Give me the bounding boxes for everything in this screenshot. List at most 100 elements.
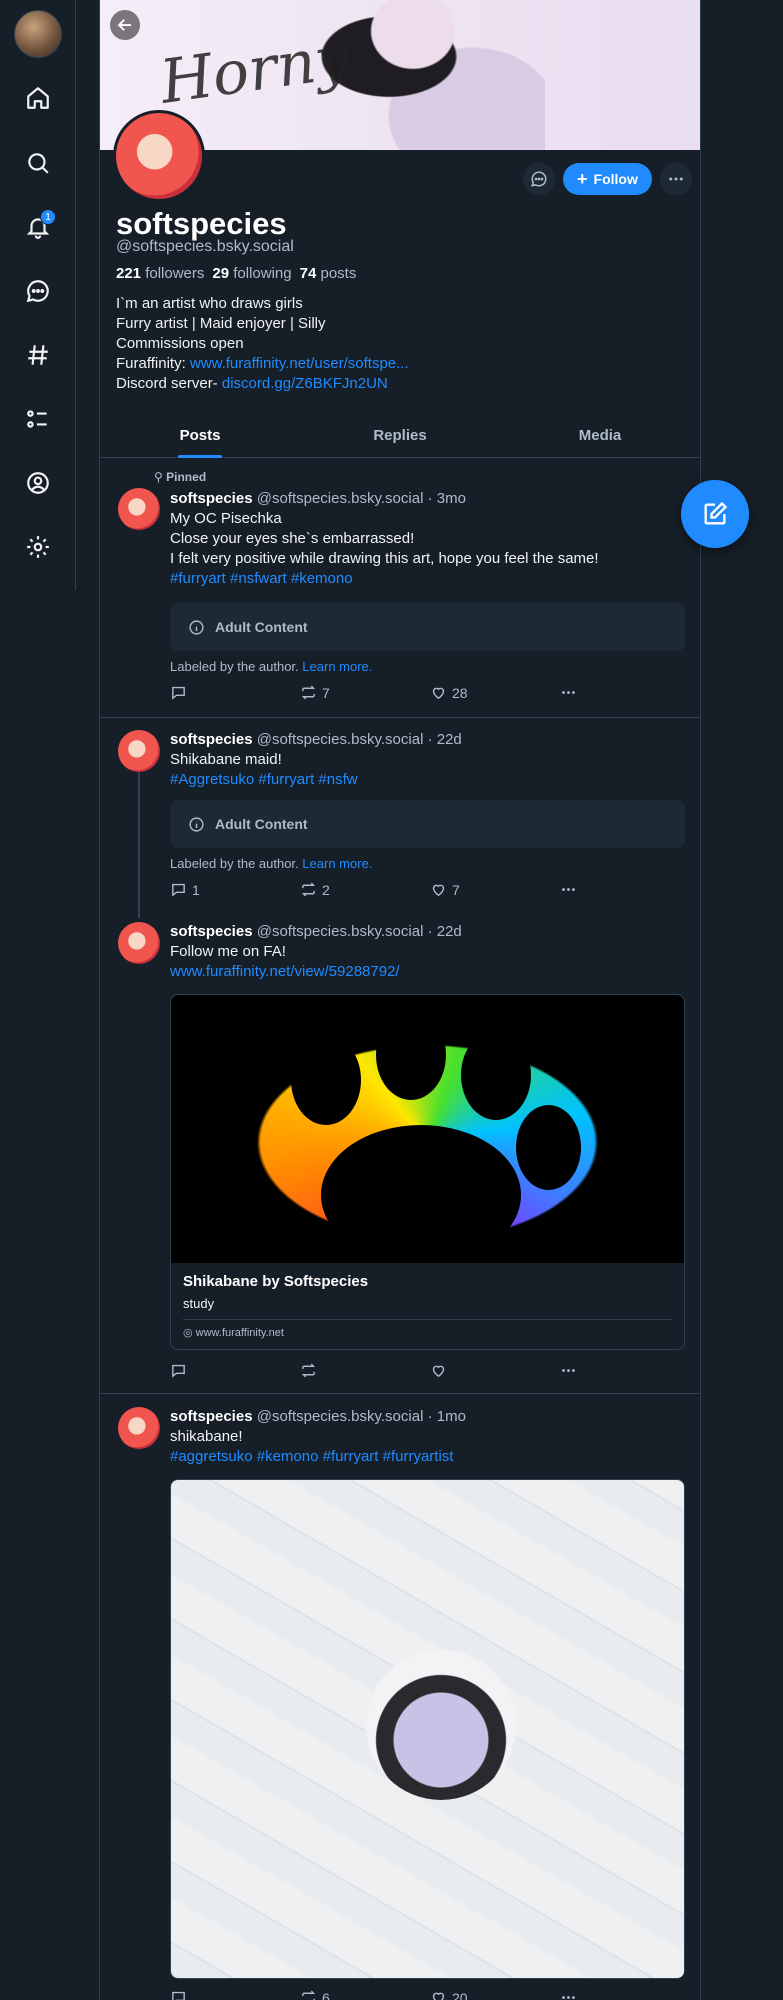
like-button[interactable]: 20 [430, 1989, 470, 2000]
hashtag-feeds-icon[interactable] [18, 335, 58, 375]
display-name: softspecies [116, 206, 287, 241]
post-more-button[interactable] [560, 1989, 600, 2000]
tab-media[interactable]: Media [500, 414, 700, 457]
post-shikabane[interactable]: softspecies @softspecies.bsky.social · 1… [99, 1394, 701, 2000]
reply-button[interactable]: 1 [170, 881, 210, 898]
like-button[interactable] [430, 1362, 470, 1379]
adult-content-warning[interactable]: Adult Content [170, 603, 685, 651]
repost-icon [302, 1990, 316, 2000]
like-button[interactable]: 7 [430, 881, 470, 898]
repost-button[interactable] [300, 1362, 340, 1379]
heart-icon [432, 1365, 445, 1378]
post-text: shikabane! [170, 1428, 243, 1445]
post-hashtags[interactable]: #Aggretsuko #furryart #nsfw [170, 770, 685, 790]
post-follow-fa[interactable]: softspecies @softspecies.bsky.social · 2… [99, 918, 701, 1394]
post-header: softspecies @softspecies.bsky.social · 3… [170, 490, 685, 507]
post-image[interactable] [170, 1479, 685, 1979]
tab-replies[interactable]: Replies [300, 414, 500, 457]
info-icon [189, 816, 204, 832]
post-link[interactable]: www.furaffinity.net/view/59288792/ [170, 962, 685, 982]
reply-icon [172, 686, 185, 700]
notifications-badge: 1 [40, 209, 56, 225]
followers-stat[interactable]: 221 followers [116, 265, 204, 282]
post-text: Follow me on FA! [170, 943, 286, 960]
link-card-description: study [183, 1296, 215, 1311]
link-preview-card[interactable]: Shikabane by Softspecies study ◎ www.fur… [170, 994, 685, 1350]
link-card-domain: ◎ www.furaffinity.net [183, 1319, 672, 1339]
learn-more-link[interactable]: Learn more. [302, 659, 372, 674]
post-time[interactable]: · 3mo [428, 490, 466, 507]
link-preview-image [171, 995, 684, 1263]
repost-button[interactable]: 2 [300, 881, 340, 898]
post-text: My OC Pisechka Close your eyes she`s emb… [170, 510, 599, 567]
profile-actions: + Follow [523, 163, 692, 195]
repost-button[interactable]: 7 [300, 684, 340, 701]
plus-icon: + [577, 169, 588, 189]
compose-post-button[interactable] [681, 480, 749, 548]
ellipsis-icon [669, 177, 683, 181]
learn-more-link[interactable]: Learn more. [302, 856, 372, 871]
current-user-avatar[interactable] [14, 10, 62, 58]
discord-link[interactable]: discord.gg/Z6BKFJn2UN [222, 375, 388, 392]
notifications-bell-icon[interactable]: 1 [18, 207, 58, 247]
follow-button[interactable]: + Follow [563, 163, 652, 195]
post-header: softspecies @softspecies.bsky.social · 2… [170, 923, 685, 940]
profile-icon[interactable] [18, 463, 58, 503]
post-handle[interactable]: @softspecies.bsky.social [257, 923, 424, 940]
post-author-avatar[interactable] [118, 488, 160, 530]
post-handle[interactable]: @softspecies.bsky.social [257, 731, 424, 748]
compose-pencil-icon [704, 501, 728, 525]
post-author-avatar[interactable] [118, 730, 160, 772]
repost-icon [301, 685, 316, 700]
heart-icon [432, 884, 445, 897]
post-hashtags[interactable]: #aggretsuko #kemono #furryart #furryarti… [170, 1447, 685, 1467]
reply-button[interactable] [170, 1989, 210, 2000]
post-actions: 7 28 [170, 684, 600, 701]
post-actions: 1 2 7 [170, 881, 600, 898]
home-icon[interactable] [18, 78, 58, 118]
following-stat[interactable]: 29 following [212, 265, 291, 282]
lists-icon[interactable] [18, 399, 58, 439]
post-author-avatar[interactable] [118, 922, 160, 964]
furaffinity-link[interactable]: www.furaffinity.net/user/softspe... [190, 355, 409, 372]
more-options-button[interactable] [659, 163, 692, 195]
post-author[interactable]: softspecies [170, 731, 253, 748]
profile-stats: 221 followers 29 following 74 posts [116, 265, 356, 282]
post-more-button[interactable] [560, 684, 600, 701]
post-pinned[interactable]: ⚲ Pinned softspecies @softspecies.bsky.s… [99, 468, 701, 718]
post-handle[interactable]: @softspecies.bsky.social [257, 490, 424, 507]
post-actions [170, 1362, 600, 1379]
post-more-button[interactable] [560, 1362, 600, 1379]
repost-icon [301, 882, 316, 897]
reply-icon [172, 883, 185, 897]
ellipsis-icon [562, 1996, 575, 1999]
reply-button[interactable] [170, 684, 210, 701]
post-author-avatar[interactable] [118, 1407, 160, 1449]
repost-button[interactable]: 6 [300, 1989, 340, 2000]
profile-bio: I`m an artist who draws girls Furry arti… [116, 295, 409, 392]
reply-button[interactable] [170, 1362, 210, 1379]
character-artwork [366, 1650, 516, 1800]
message-button[interactable] [523, 163, 555, 195]
post-time[interactable]: · 22d [428, 923, 462, 940]
chat-bubble-icon[interactable] [18, 271, 58, 311]
post-more-button[interactable] [560, 881, 600, 898]
adult-content-warning[interactable]: Adult Content [170, 800, 685, 848]
post-author[interactable]: softspecies [170, 1408, 253, 1425]
post-hashtags[interactable]: #furryart #nsfwart #kemono [170, 569, 685, 589]
ellipsis-icon [562, 888, 575, 891]
post-author[interactable]: softspecies [170, 923, 253, 940]
post-shikabane-maid[interactable]: softspecies @softspecies.bsky.social · 2… [99, 718, 701, 918]
post-author[interactable]: softspecies [170, 490, 253, 507]
post-handle[interactable]: @softspecies.bsky.social [257, 1408, 424, 1425]
profile-avatar[interactable] [113, 110, 205, 202]
settings-gear-icon[interactable] [18, 527, 58, 567]
tab-posts[interactable]: Posts [100, 414, 300, 457]
post-time[interactable]: · 1mo [428, 1408, 466, 1425]
follow-label: Follow [593, 171, 638, 187]
search-icon[interactable] [18, 143, 58, 183]
post-time[interactable]: · 22d [428, 731, 462, 748]
left-nav: 1 [0, 0, 76, 590]
like-button[interactable]: 28 [430, 684, 470, 701]
back-arrow-icon[interactable] [110, 10, 140, 40]
